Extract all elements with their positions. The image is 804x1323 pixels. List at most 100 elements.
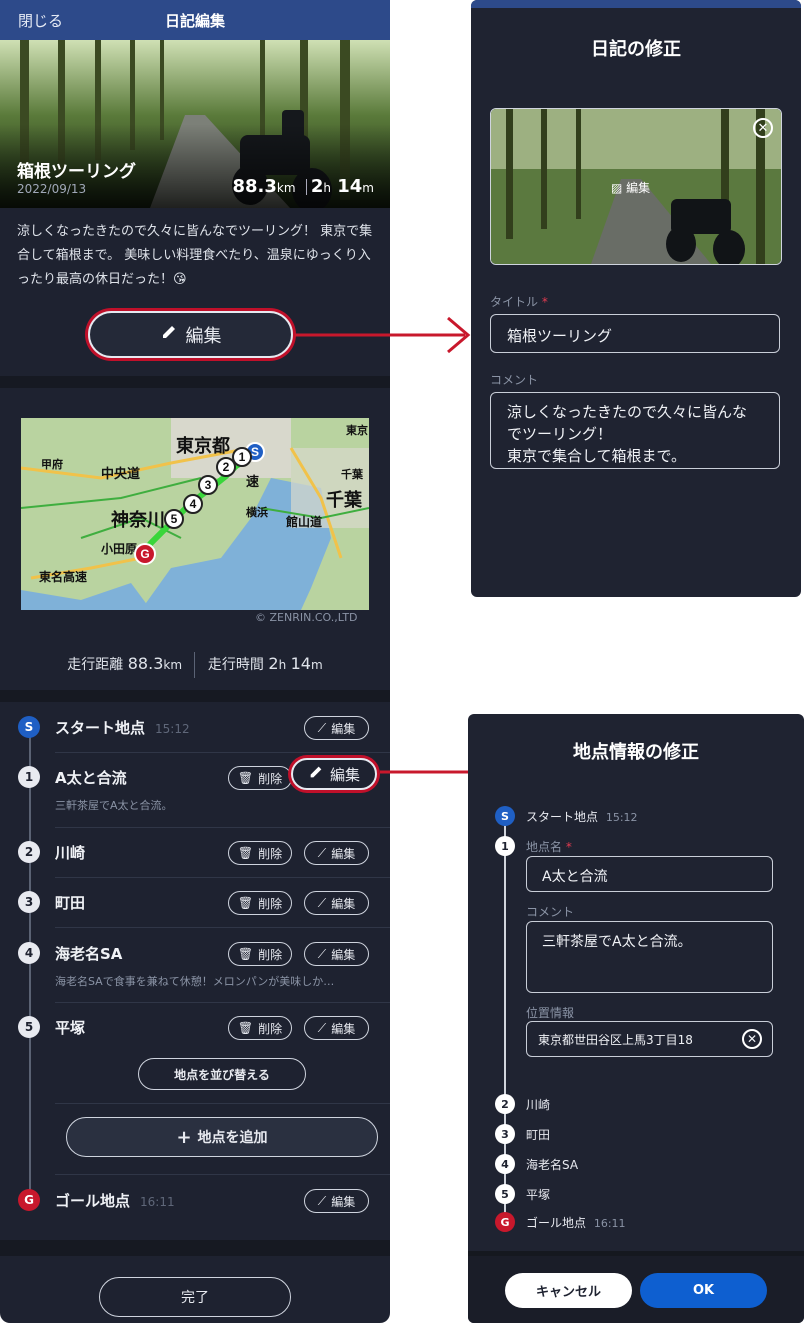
svg-text:神奈川: 神奈川: [111, 509, 165, 530]
title-input[interactable]: 箱根ツーリング: [490, 314, 780, 353]
hero-stats: 88.3km 2h 14m: [232, 176, 374, 197]
trash-icon: 🗑: [237, 771, 254, 785]
edit-waypoint-button[interactable]: 編集: [291, 758, 377, 790]
delete-waypoint-button[interactable]: 🗑 削除: [228, 1016, 292, 1040]
section-divider: [0, 376, 390, 388]
svg-text:中央道: 中央道: [101, 466, 140, 481]
row-divider: [55, 927, 390, 928]
diary-edit-screen: 閉じる 日記編集 箱根ツーリング 2022/09/13 88.3km 2h 14…: [0, 0, 390, 1323]
row-divider: [55, 1103, 390, 1104]
goal-badge: G: [495, 1212, 515, 1232]
pencil-icon: ⟋: [317, 1020, 327, 1035]
panel-title: 日記の修正: [591, 39, 681, 60]
photo-edit-label[interactable]: ▨ 編集: [611, 179, 650, 196]
edit-waypoint-button[interactable]: ⟋ 編集: [304, 1189, 369, 1213]
row-divider: [55, 752, 390, 753]
edit-diary-button[interactable]: 編集: [88, 311, 293, 358]
section-divider: [0, 1240, 390, 1256]
waypoint-name[interactable]: 川崎: [526, 1096, 550, 1113]
add-waypoint-button[interactable]: + 地点を追加: [66, 1117, 378, 1157]
svg-text:千葉: 千葉: [326, 490, 363, 510]
arrow-to-diary-edit: [295, 316, 471, 354]
row-divider: [55, 1002, 390, 1003]
trash-icon: 🗑: [237, 1021, 254, 1035]
map-canvas: 東京都 甲府 中央道 神奈川 千葉 横浜 館山道 小田原 東名高速 東京 千葉 …: [21, 418, 369, 610]
delete-waypoint-button[interactable]: 🗑 削除: [228, 891, 292, 915]
pencil-icon: ⟋: [317, 895, 327, 910]
svg-text:館山道: 館山道: [285, 514, 322, 529]
title-label: タイトル *: [490, 295, 548, 309]
waypoint-badge: 5: [18, 1016, 40, 1038]
trash-icon: 🗑: [237, 896, 254, 910]
waypoint-badge: 1: [495, 836, 515, 856]
location-input[interactable]: 東京都世田谷区上馬3丁目18 ✕: [526, 1021, 773, 1057]
header-bar: 閉じる 日記編集: [0, 0, 390, 40]
svg-text:3: 3: [205, 478, 212, 492]
svg-text:S: S: [251, 445, 259, 459]
waypoint-name[interactable]: 平塚: [526, 1186, 550, 1203]
pencil-icon: ⟋: [317, 946, 327, 961]
svg-text:速: 速: [246, 474, 259, 489]
pencil-icon: ⟋: [317, 720, 327, 735]
photo-field[interactable]: ✕ ▨ 編集: [490, 108, 782, 265]
svg-text:小田原: 小田原: [101, 541, 137, 556]
edit-waypoint-button[interactable]: ⟋ 編集: [304, 891, 369, 915]
edit-waypoint-button[interactable]: ⟋ 編集: [304, 841, 369, 865]
cancel-button[interactable]: キャンセル: [505, 1273, 632, 1308]
waypoint-name: ゴール地点 16:11: [526, 1216, 626, 1230]
svg-text:2: 2: [223, 460, 230, 474]
waypoint-badge: 5: [495, 1184, 515, 1204]
section-divider: [0, 690, 390, 702]
trash-icon: 🗑: [237, 846, 254, 860]
waypoint-comment-textarea[interactable]: 三軒茶屋でA太と合流。: [526, 921, 773, 993]
diary-edit-panel: 日記の修正 ✕ ▨ 編集 タイトル * 箱根ツーリング コメント 涼しくなったき…: [471, 0, 801, 597]
waypoint-name: スタート地点 15:12: [526, 810, 638, 824]
map-copyright: © ZENRIN.CO.,LTD: [255, 611, 358, 624]
diary-description: 涼しくなったきたので久々に皆んなでツーリング！ 東京で集合して箱根まで。 美味し…: [17, 224, 373, 287]
waypoint-name[interactable]: 町田: [526, 1126, 550, 1143]
panel-strip: [471, 0, 801, 8]
svg-text:1: 1: [239, 450, 246, 464]
cover-photo: 箱根ツーリング 2022/09/13 88.3km 2h 14m: [0, 40, 390, 208]
edit-waypoint-button[interactable]: ⟋ 編集: [304, 1016, 369, 1040]
svg-text:千葉: 千葉: [341, 467, 364, 481]
svg-text:G: G: [140, 547, 149, 561]
delete-waypoint-button[interactable]: 🗑 削除: [228, 841, 292, 865]
waypoint-name: ゴール地点 16:11: [55, 1192, 175, 1210]
waypoint-name: 平塚: [55, 1019, 86, 1037]
waypoint-badge: 4: [495, 1154, 515, 1174]
map-label-tokyo: 東京都: [176, 435, 230, 456]
edit-waypoint-button[interactable]: ⟋ 編集: [304, 716, 369, 740]
reorder-waypoints-button[interactable]: 地点を並び替える: [138, 1058, 306, 1090]
done-button[interactable]: 完了: [99, 1277, 291, 1317]
delete-waypoint-button[interactable]: 🗑 削除: [228, 942, 292, 966]
page-title: 日記編集: [164, 12, 225, 30]
waypoint-note: 三軒茶屋でA太と合流。: [55, 799, 173, 812]
trash-icon: 🗑: [237, 947, 254, 961]
remove-photo-icon[interactable]: ✕: [753, 118, 773, 138]
row-divider: [55, 877, 390, 878]
ok-button[interactable]: OK: [640, 1273, 767, 1308]
comment-label: コメント: [526, 905, 575, 919]
waypoint-badge: 2: [18, 841, 40, 863]
waypoint-name: 川崎: [55, 844, 86, 862]
comment-textarea[interactable]: 涼しくなったきたので久々に皆んな でツーリング！ 東京で集合して箱根まで。: [490, 392, 780, 469]
waypoint-name-input[interactable]: A太と合流: [526, 856, 773, 892]
clear-location-icon[interactable]: ✕: [742, 1029, 762, 1049]
location-label: 位置情報: [526, 1006, 575, 1020]
waypoint-name: スタート地点 15:12: [55, 719, 190, 737]
row-divider: [55, 827, 390, 828]
route-map[interactable]: 東京都 甲府 中央道 神奈川 千葉 横浜 館山道 小田原 東名高速 東京 千葉 …: [21, 418, 369, 610]
waypoint-edit-panel: 地点情報の修正 S スタート地点 15:12 1 地点名 * A太と合流 コメン…: [468, 714, 804, 1323]
svg-text:甲府: 甲府: [41, 457, 63, 471]
edit-button-label: 編集: [185, 325, 222, 347]
waypoint-badge: 3: [18, 891, 40, 913]
name-label: 地点名 *: [526, 840, 572, 854]
goal-badge: G: [18, 1189, 40, 1211]
delete-waypoint-button[interactable]: 🗑 削除: [228, 766, 292, 790]
waypoint-name: 海老名SA: [55, 945, 123, 963]
waypoint-name: 町田: [55, 894, 86, 912]
pencil-icon: ⟋: [317, 1193, 327, 1208]
waypoint-name[interactable]: 海老名SA: [526, 1156, 578, 1173]
edit-waypoint-button[interactable]: ⟋ 編集: [304, 942, 369, 966]
